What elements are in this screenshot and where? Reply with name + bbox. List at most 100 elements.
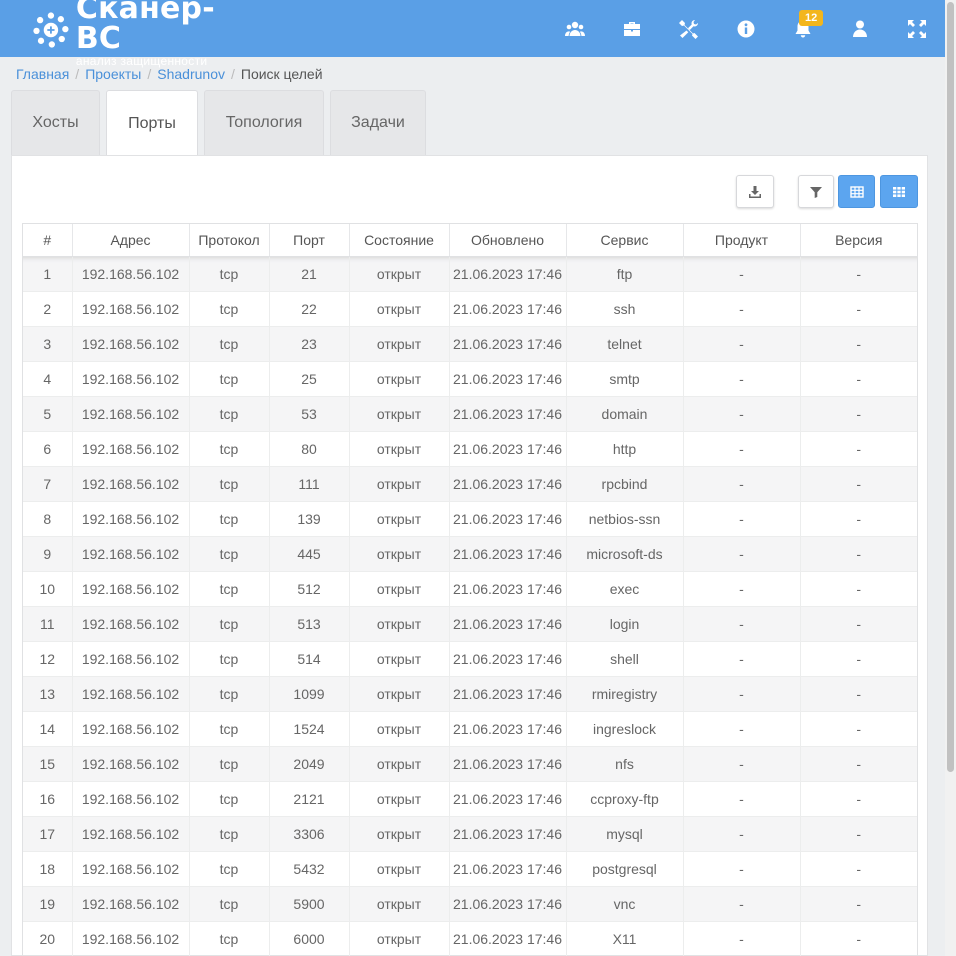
cell-protocol: tcp <box>189 816 270 852</box>
cell-version: - <box>800 466 917 502</box>
users-button[interactable] <box>546 0 603 57</box>
cell-state: открыт <box>349 676 450 712</box>
cell-product: - <box>683 256 801 292</box>
cell-number: 8 <box>23 501 73 537</box>
table-row[interactable]: 8 192.168.56.102 tcp 139 открыт 21.06.2023 17… <box>23 501 917 537</box>
column-header-state[interactable]: Состояние <box>349 224 450 257</box>
breadcrumb-projects[interactable]: Проекты <box>85 66 141 82</box>
cell-product: - <box>683 641 801 677</box>
cell-updated: 21.06.2023 17:46 <box>449 921 567 956</box>
cell-service: telnet <box>566 326 684 362</box>
table-row[interactable]: 5 192.168.56.102 tcp 53 открыт 21.06.2023 17:… <box>23 396 917 432</box>
scrollbar-thumb[interactable] <box>947 2 954 772</box>
tab-topology[interactable]: Топология <box>204 90 324 155</box>
cell-number: 18 <box>23 851 73 887</box>
cell-product: - <box>683 361 801 397</box>
table-row[interactable]: 15 192.168.56.102 tcp 2049 открыт 21.06.2023 … <box>23 746 917 782</box>
cell-updated: 21.06.2023 17:46 <box>449 746 567 782</box>
cell-number: 14 <box>23 711 73 747</box>
cell-state: открыт <box>349 606 450 642</box>
tab-ports[interactable]: Порты <box>106 90 198 156</box>
cell-port: 111 <box>269 466 350 502</box>
table-row[interactable]: 12 192.168.56.102 tcp 514 открыт 21.06.2023 1… <box>23 641 917 677</box>
cell-number: 4 <box>23 361 73 397</box>
table-row[interactable]: 19 192.168.56.102 tcp 5900 открыт 21.06.2023 … <box>23 886 917 922</box>
tools-button[interactable] <box>660 0 717 57</box>
cell-port: 1524 <box>269 711 350 747</box>
table-row[interactable]: 9 192.168.56.102 tcp 445 открыт 21.06.2023 17… <box>23 536 917 572</box>
cell-state: открыт <box>349 641 450 677</box>
table-row[interactable]: 2 192.168.56.102 tcp 22 открыт 21.06.2023 17:… <box>23 291 917 327</box>
table-row[interactable]: 1 192.168.56.102 tcp 21 открыт 21.06.2023 17:… <box>23 256 917 292</box>
cell-service: shell <box>566 641 684 677</box>
download-button[interactable] <box>736 175 774 208</box>
page-scrollbar[interactable] <box>945 0 956 956</box>
table-row[interactable]: 7 192.168.56.102 tcp 111 открыт 21.06.2023 17… <box>23 466 917 502</box>
cell-number: 12 <box>23 641 73 677</box>
filter-button[interactable] <box>798 175 834 208</box>
cell-version: - <box>800 886 917 922</box>
breadcrumb: Главная / Проекты / Shadrunov / Поиск це… <box>16 66 323 82</box>
breadcrumb-project[interactable]: Shadrunov <box>157 66 225 82</box>
column-header-product[interactable]: Продукт <box>683 224 801 257</box>
tab-hosts[interactable]: Хосты <box>11 90 100 155</box>
cell-version: - <box>800 396 917 432</box>
cell-service: ftp <box>566 256 684 292</box>
cell-number: 20 <box>23 921 73 956</box>
app-logo[interactable]: Сканер-ВС анализ защищенности <box>32 0 242 67</box>
column-header-service[interactable]: Сервис <box>566 224 684 257</box>
cell-address: 192.168.56.102 <box>72 746 190 782</box>
cell-address: 192.168.56.102 <box>72 396 190 432</box>
cell-address: 192.168.56.102 <box>72 606 190 642</box>
cell-product: - <box>683 676 801 712</box>
table-view-icon <box>849 185 864 198</box>
cell-state: открыт <box>349 781 450 817</box>
table-row[interactable]: 20 192.168.56.102 tcp 6000 открыт 21.06.2023 … <box>23 921 917 956</box>
cell-protocol: tcp <box>189 256 270 292</box>
table-row[interactable]: 11 192.168.56.102 tcp 513 открыт 21.06.2023 1… <box>23 606 917 642</box>
cell-number: 15 <box>23 746 73 782</box>
cell-number: 1 <box>23 256 73 292</box>
table-row[interactable]: 18 192.168.56.102 tcp 5432 открыт 21.06.2023 … <box>23 851 917 887</box>
breadcrumb-separator: / <box>75 66 80 82</box>
fullscreen-button[interactable] <box>888 0 945 57</box>
cell-address: 192.168.56.102 <box>72 641 190 677</box>
info-button[interactable] <box>717 0 774 57</box>
table-row[interactable]: 3 192.168.56.102 tcp 23 открыт 21.06.2023 17:… <box>23 326 917 362</box>
table-row[interactable]: 17 192.168.56.102 tcp 3306 открыт 21.06.2023 … <box>23 816 917 852</box>
cell-port: 22 <box>269 291 350 327</box>
cell-service: microsoft-ds <box>566 536 684 572</box>
top-navbar: Сканер-ВС анализ защищенности 12 <box>0 0 945 67</box>
breadcrumb-home[interactable]: Главная <box>16 66 69 82</box>
tab-tasks[interactable]: Задачи <box>330 90 426 155</box>
cell-port: 21 <box>269 256 350 292</box>
table-view-button[interactable] <box>838 175 875 208</box>
column-header-protocol[interactable]: Протокол <box>189 224 270 257</box>
table-row[interactable]: 16 192.168.56.102 tcp 2121 открыт 21.06.2023 … <box>23 781 917 817</box>
projects-button[interactable] <box>603 0 660 57</box>
cell-version: - <box>800 676 917 712</box>
table-row[interactable]: 13 192.168.56.102 tcp 1099 открыт 21.06.2023 … <box>23 676 917 712</box>
cell-address: 192.168.56.102 <box>72 256 190 292</box>
column-header-port[interactable]: Порт <box>269 224 350 257</box>
table-row[interactable]: 4 192.168.56.102 tcp 25 открыт 21.06.2023 17:… <box>23 361 917 397</box>
cell-address: 192.168.56.102 <box>72 571 190 607</box>
column-header-number[interactable]: # <box>23 224 73 257</box>
column-header-version[interactable]: Версия <box>800 224 917 257</box>
table-row[interactable]: 6 192.168.56.102 tcp 80 открыт 21.06.2023 17:… <box>23 431 917 467</box>
column-header-updated[interactable]: Обновлено <box>449 224 567 257</box>
tools-icon <box>678 19 698 39</box>
cell-updated: 21.06.2023 17:46 <box>449 536 567 572</box>
cell-service: http <box>566 431 684 467</box>
table-row[interactable]: 10 192.168.56.102 tcp 512 открыт 21.06.2023 1… <box>23 571 917 607</box>
table-row[interactable]: 14 192.168.56.102 tcp 1524 открыт 21.06.2023 … <box>23 711 917 747</box>
cell-protocol: tcp <box>189 501 270 537</box>
profile-button[interactable] <box>831 0 888 57</box>
cell-state: открыт <box>349 396 450 432</box>
tab-bar: Хосты Порты Топология Задачи <box>11 90 432 156</box>
cell-port: 5432 <box>269 851 350 887</box>
logo-icon <box>33 12 69 48</box>
column-header-address[interactable]: Адрес <box>72 224 190 257</box>
notifications-button[interactable]: 12 <box>774 0 831 57</box>
grid-view-button[interactable] <box>880 175 918 208</box>
